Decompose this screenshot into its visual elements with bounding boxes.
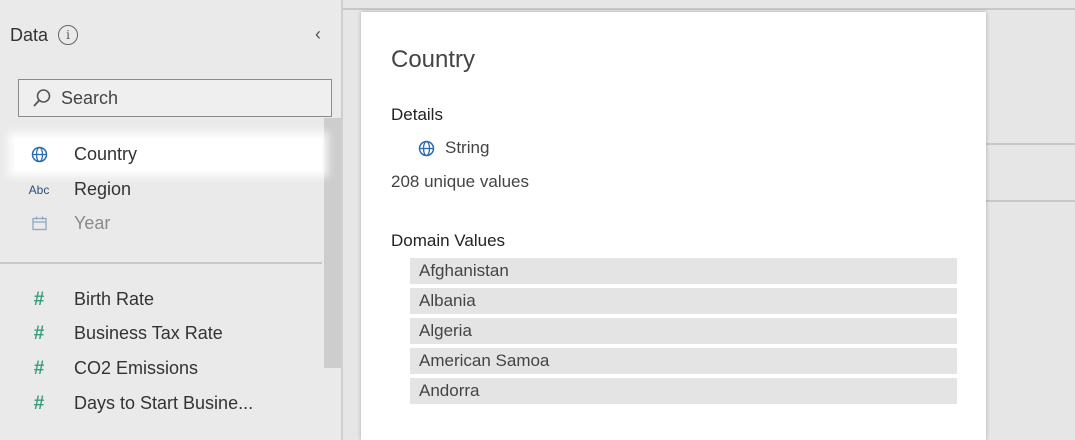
data-type-label: String bbox=[445, 138, 490, 157]
domain-value-row: American Samoa bbox=[410, 348, 957, 374]
sidebar-border bbox=[341, 0, 343, 440]
unique-values-count: 208 unique values bbox=[391, 172, 530, 191]
dimensions-measures-divider bbox=[0, 262, 322, 264]
info-icon[interactable]: i bbox=[58, 25, 79, 45]
sidebar-scrollbar[interactable] bbox=[324, 118, 342, 368]
field-item-year[interactable]: Year bbox=[14, 207, 322, 240]
field-label: CO2 Emissions bbox=[74, 358, 199, 378]
domain-value-row: Andorra bbox=[410, 378, 957, 404]
field-label: Business Tax Rate bbox=[74, 323, 223, 343]
field-label: Country bbox=[74, 144, 138, 164]
search-input[interactable]: Search bbox=[18, 79, 332, 117]
hash-icon: # bbox=[33, 392, 45, 414]
hash-icon: # bbox=[33, 288, 45, 310]
domain-value-row: Afghanistan bbox=[410, 258, 957, 284]
field-label: Days to Start Busine... bbox=[74, 393, 254, 413]
field-item-country[interactable]: Country bbox=[14, 138, 322, 171]
field-item-co2-emissions[interactable]: # CO2 Emissions bbox=[14, 352, 322, 385]
search-placeholder: Search bbox=[61, 87, 119, 108]
field-item-birth-rate[interactable]: # Birth Rate bbox=[14, 283, 322, 316]
search-icon bbox=[33, 89, 51, 107]
globe-icon bbox=[26, 146, 52, 163]
domain-value-row: Albania bbox=[410, 288, 957, 314]
collapse-chevron-icon[interactable]: ‹ bbox=[308, 22, 328, 46]
canvas-top-line bbox=[343, 8, 1075, 10]
details-heading: Details bbox=[391, 105, 443, 124]
card-title: Country bbox=[391, 46, 476, 73]
field-label: Birth Rate bbox=[74, 289, 155, 309]
field-item-region[interactable]: Abc Region bbox=[14, 173, 322, 206]
canvas-divider-line bbox=[986, 143, 1075, 145]
field-label: Region bbox=[74, 179, 132, 199]
domain-values-list: Afghanistan Albania Algeria American Sam… bbox=[410, 258, 957, 408]
field-item-business-tax-rate[interactable]: # Business Tax Rate bbox=[14, 317, 322, 350]
field-label: Year bbox=[74, 213, 111, 233]
domain-value-row: Algeria bbox=[410, 318, 957, 344]
field-details-card: Country Details String 208 unique values… bbox=[361, 12, 986, 440]
canvas-divider-line bbox=[986, 200, 1075, 202]
domain-values-heading: Domain Values bbox=[391, 231, 506, 250]
field-item-days-to-start-business[interactable]: # Days to Start Busine... bbox=[14, 387, 322, 420]
data-pane: Data i ‹ Search Country Abc Region Year … bbox=[0, 0, 343, 440]
hash-icon: # bbox=[33, 322, 45, 344]
abc-icon: Abc bbox=[28, 182, 50, 197]
globe-icon bbox=[418, 140, 435, 156]
calendar-icon bbox=[26, 216, 52, 231]
data-pane-title: Data bbox=[10, 24, 49, 45]
data-type: String bbox=[418, 138, 489, 158]
hash-icon: # bbox=[33, 357, 45, 379]
data-pane-header: Data i bbox=[10, 24, 79, 46]
